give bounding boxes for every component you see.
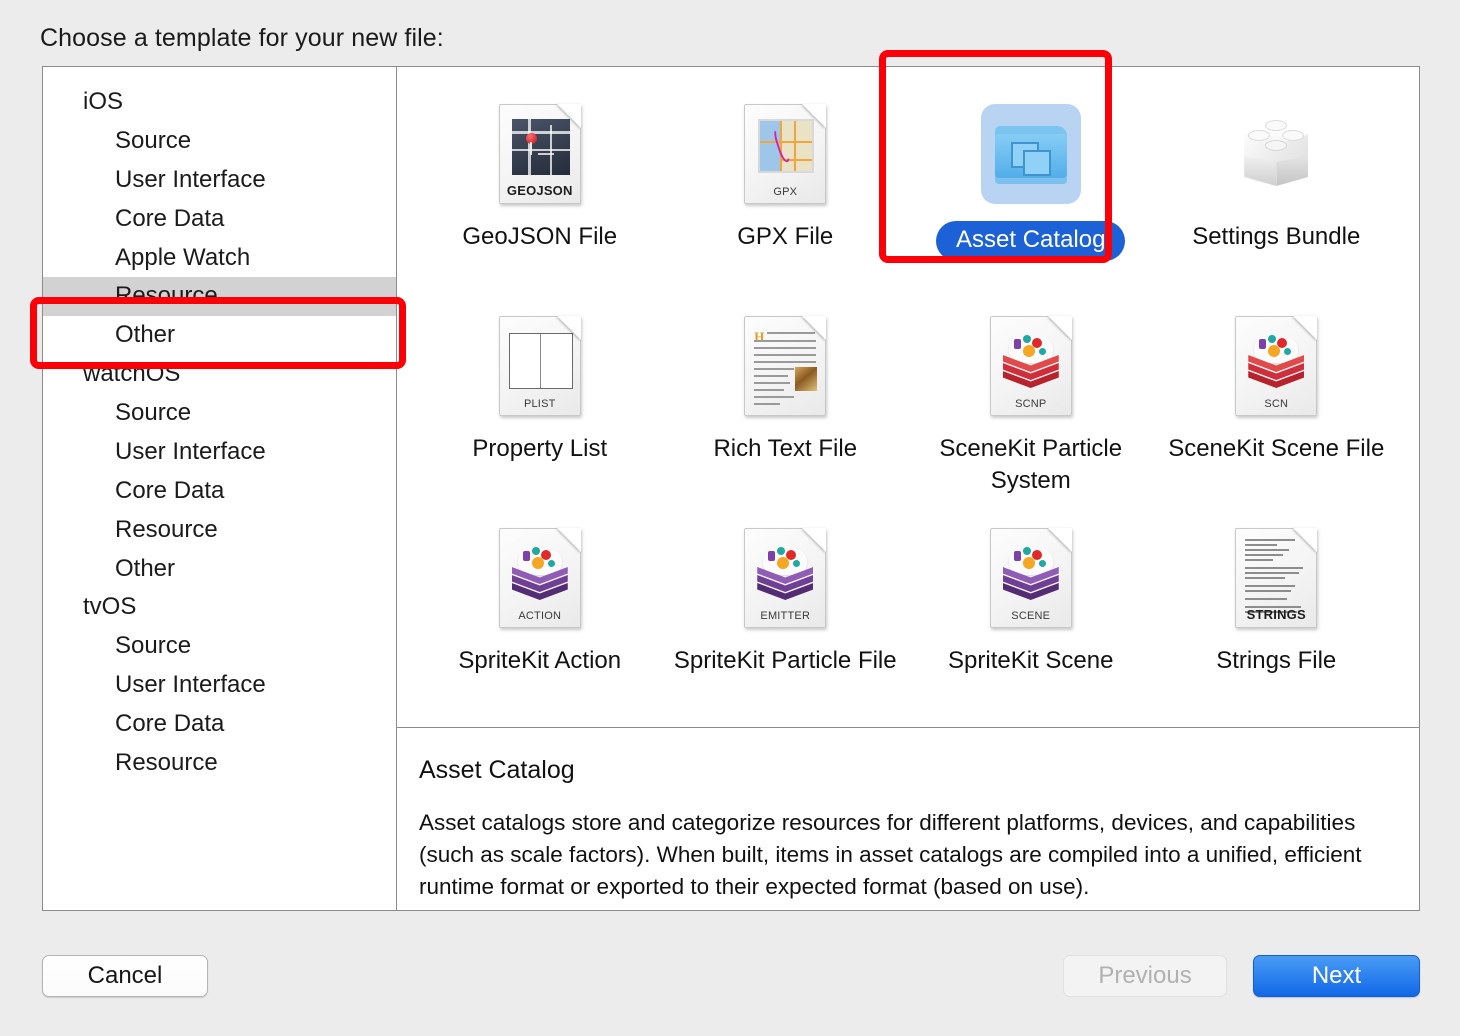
template-item-asset-catalog[interactable]: Asset Catalog bbox=[908, 91, 1154, 303]
sidebar-item-core-data[interactable]: Core Data bbox=[43, 200, 396, 239]
sidebar-item-user-interface[interactable]: User Interface bbox=[43, 433, 396, 472]
sidebar-item-resource[interactable]: Resource bbox=[43, 744, 396, 783]
sidebar-group-ios[interactable]: iOS bbox=[43, 83, 396, 122]
template-grid-area: GEOJSON GeoJSON File GPX GPX File Asset Cata… bbox=[397, 67, 1419, 727]
template-item-scenekit-scene-file[interactable]: SCN SceneKit Scene File bbox=[1154, 303, 1400, 515]
document-shape: PLIST bbox=[499, 316, 581, 416]
document-shape: H bbox=[744, 316, 826, 416]
document-badge-label: SCENE bbox=[991, 610, 1071, 622]
template-item-label: Rich Text File bbox=[713, 433, 857, 465]
asset-catalog-tile bbox=[981, 104, 1081, 204]
sidebar-group-tvos[interactable]: tvOS bbox=[43, 588, 396, 627]
document-badge-label: PLIST bbox=[500, 398, 580, 410]
sidebar-item-core-data[interactable]: Core Data bbox=[43, 472, 396, 511]
template-content-area: GEOJSON GeoJSON File GPX GPX File Asset Cata… bbox=[397, 67, 1419, 910]
cancel-button[interactable]: Cancel bbox=[42, 955, 208, 997]
rich-text-file-icon: H bbox=[730, 311, 840, 421]
template-grid[interactable]: GEOJSON GeoJSON File GPX GPX File Asset Cata… bbox=[417, 91, 1399, 727]
sidebar-item-other[interactable]: Other bbox=[43, 316, 396, 355]
table-thumbnail bbox=[509, 333, 573, 389]
scenekit-particle-system-icon: SCNP bbox=[976, 311, 1086, 421]
map-thumbnail bbox=[758, 119, 814, 173]
template-item-strings-file[interactable]: STRINGS Strings File bbox=[1154, 515, 1400, 727]
map-pin-icon bbox=[526, 133, 537, 144]
document-shape: EMITTER bbox=[744, 528, 826, 628]
description-panel: Asset Catalog Asset catalogs store and c… bbox=[397, 727, 1419, 910]
kit-badge bbox=[1001, 333, 1061, 389]
template-item-label: Property List bbox=[472, 433, 607, 465]
scenekit-scene-file-icon: SCN bbox=[1221, 311, 1331, 421]
map-thumbnail bbox=[512, 119, 570, 175]
document-shape: STRINGS bbox=[1235, 528, 1317, 628]
property-list-icon: PLIST bbox=[485, 311, 595, 421]
previous-button[interactable]: Previous bbox=[1063, 955, 1227, 997]
sidebar-item-core-data[interactable]: Core Data bbox=[43, 705, 396, 744]
document-shape: GPX bbox=[744, 104, 826, 204]
document-badge-label: SCN bbox=[1236, 398, 1316, 410]
document-shape: SCN bbox=[1235, 316, 1317, 416]
new-file-template-dialog: Choose a template for your new file: iOS… bbox=[0, 0, 1460, 1036]
sidebar-item-apple-watch[interactable]: Apple Watch bbox=[43, 239, 396, 278]
sidebar-item-source[interactable]: Source bbox=[43, 122, 396, 161]
page-title: Choose a template for your new file: bbox=[40, 24, 444, 53]
template-item-geojson-file[interactable]: GEOJSON GeoJSON File bbox=[417, 91, 663, 303]
next-button[interactable]: Next bbox=[1253, 955, 1420, 997]
template-item-spritekit-particle-file[interactable]: EMITTER SpriteKit Particle File bbox=[663, 515, 909, 727]
description-body: Asset catalogs store and categorize reso… bbox=[419, 807, 1391, 903]
template-item-scenekit-particle-system[interactable]: SCNP SceneKit Particle System bbox=[908, 303, 1154, 515]
spritekit-action-icon: ACTION bbox=[485, 523, 595, 633]
kit-badge bbox=[1001, 545, 1061, 601]
document-badge-label: GPX bbox=[745, 186, 825, 198]
document-badge-label: EMITTER bbox=[745, 610, 825, 622]
document-shape: ACTION bbox=[499, 528, 581, 628]
document-badge-label: GEOJSON bbox=[500, 183, 580, 198]
template-item-label: Settings Bundle bbox=[1192, 221, 1360, 253]
document-badge-label: SCNP bbox=[991, 398, 1071, 410]
sidebar-item-source[interactable]: Source bbox=[43, 394, 396, 433]
sidebar-item-other[interactable]: Other bbox=[43, 550, 396, 589]
sidebar-group-watchos[interactable]: watchOS bbox=[43, 355, 396, 394]
template-item-spritekit-action[interactable]: ACTION SpriteKit Action bbox=[417, 515, 663, 727]
template-item-label: SceneKit Scene File bbox=[1168, 433, 1384, 465]
sidebar-item-resource[interactable]: Resource bbox=[43, 511, 396, 550]
document-shape: SCENE bbox=[990, 528, 1072, 628]
platform-sidebar[interactable]: iOSSourceUser InterfaceCore DataApple Wa… bbox=[43, 67, 397, 910]
asset-catalog-icon bbox=[976, 99, 1086, 209]
description-title: Asset Catalog bbox=[419, 756, 1391, 785]
template-item-label: GeoJSON File bbox=[462, 221, 617, 253]
sidebar-item-source[interactable]: Source bbox=[43, 627, 396, 666]
template-item-label: Strings File bbox=[1216, 645, 1336, 677]
gpx-file-icon: GPX bbox=[730, 99, 840, 209]
template-item-spritekit-scene[interactable]: SCENE SpriteKit Scene bbox=[908, 515, 1154, 727]
kit-badge bbox=[1246, 333, 1306, 389]
template-item-settings-bundle[interactable]: Settings Bundle bbox=[1154, 91, 1400, 303]
spritekit-scene-icon: SCENE bbox=[976, 523, 1086, 633]
template-item-label: Asset Catalog bbox=[936, 221, 1125, 261]
template-item-label: SceneKit Particle System bbox=[916, 433, 1146, 496]
template-item-label: GPX File bbox=[737, 221, 833, 253]
brick-shape bbox=[1234, 116, 1318, 192]
template-item-label: SpriteKit Action bbox=[458, 645, 621, 677]
template-item-gpx-file[interactable]: GPX GPX File bbox=[663, 91, 909, 303]
template-item-label: SpriteKit Particle File bbox=[674, 645, 897, 677]
kit-badge bbox=[755, 545, 815, 601]
geojson-file-icon: GEOJSON bbox=[485, 99, 595, 209]
template-item-property-list[interactable]: PLIST Property List bbox=[417, 303, 663, 515]
sidebar-item-resource[interactable]: Resource bbox=[43, 277, 396, 316]
strings-file-icon: STRINGS bbox=[1221, 523, 1331, 633]
template-item-rich-text-file[interactable]: H Rich Text File bbox=[663, 303, 909, 515]
document-shape: SCNP bbox=[990, 316, 1072, 416]
sidebar-item-user-interface[interactable]: User Interface bbox=[43, 161, 396, 200]
kit-badge bbox=[510, 545, 570, 601]
template-item-label: SpriteKit Scene bbox=[948, 645, 1113, 677]
template-chooser-panel: iOSSourceUser InterfaceCore DataApple Wa… bbox=[42, 66, 1420, 911]
document-badge-label: ACTION bbox=[500, 610, 580, 622]
spritekit-particle-file-icon: EMITTER bbox=[730, 523, 840, 633]
document-badge-label: STRINGS bbox=[1236, 607, 1316, 622]
document-shape: GEOJSON bbox=[499, 104, 581, 204]
sidebar-item-user-interface[interactable]: User Interface bbox=[43, 666, 396, 705]
settings-bundle-icon bbox=[1221, 99, 1331, 209]
